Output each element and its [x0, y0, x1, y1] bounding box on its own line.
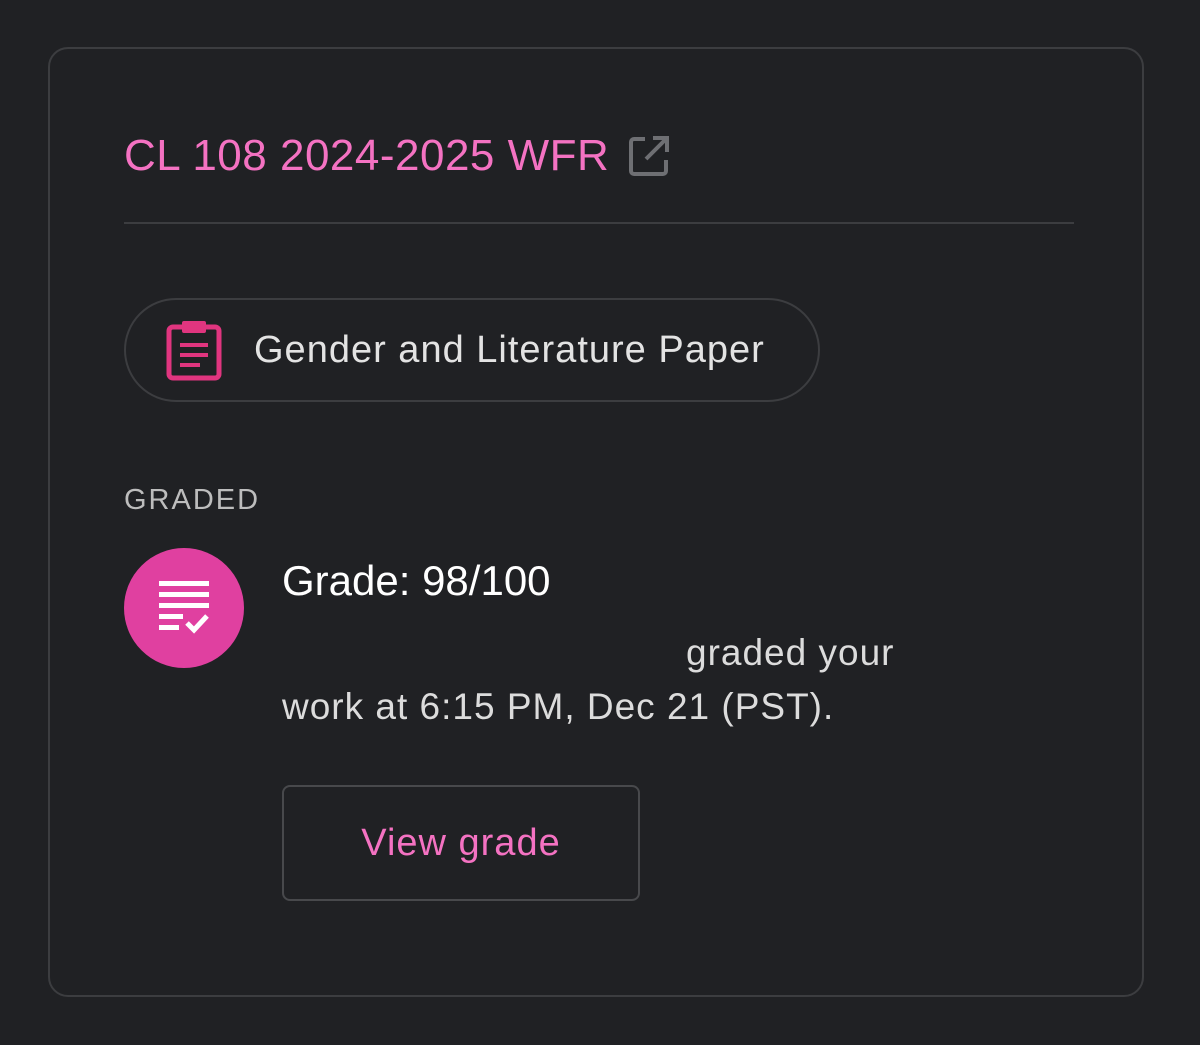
open-in-new-icon[interactable] — [627, 134, 671, 178]
divider — [124, 222, 1074, 224]
grade-description-line1: graded your — [686, 632, 895, 673]
assignment-chip[interactable]: Gender and Literature Paper — [124, 298, 820, 402]
clipboard-icon — [166, 319, 222, 381]
grade-description-line2: work at 6:15 PM, Dec 21 (PST). — [282, 686, 835, 727]
course-title-link[interactable]: CL 108 2024-2025 WFR — [124, 131, 671, 181]
status-label: GRADED — [124, 484, 261, 516]
assignment-title: Gender and Literature Paper — [254, 328, 765, 371]
graded-document-icon — [124, 548, 244, 668]
grade-text: Grade: 98/100 — [282, 557, 551, 604]
course-title[interactable]: CL 108 2024-2025 WFR — [124, 131, 609, 181]
grade-notification-card: CL 108 2024-2025 WFR Gender and Literatu… — [48, 47, 1144, 997]
view-grade-button[interactable]: View grade — [282, 785, 640, 901]
